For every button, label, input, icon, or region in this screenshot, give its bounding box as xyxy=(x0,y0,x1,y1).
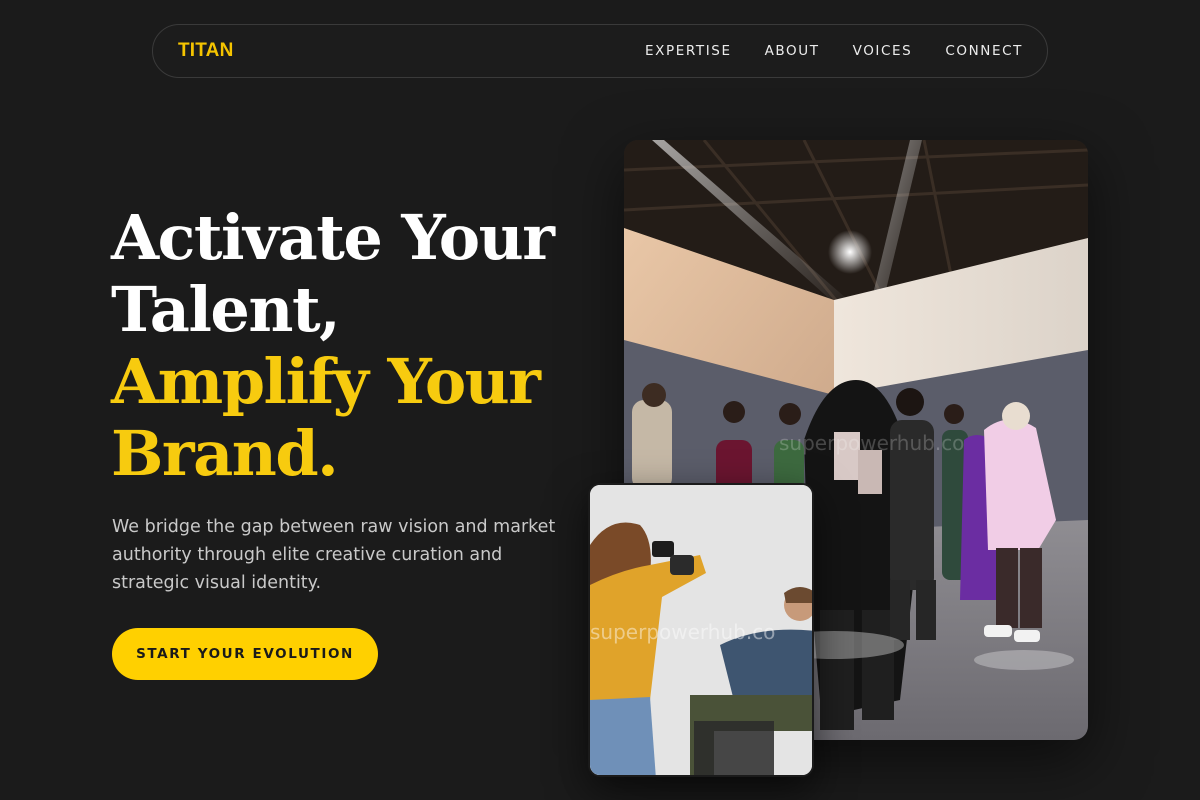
nav-link-voices[interactable]: VOICES xyxy=(853,43,913,59)
headline-line-3: Amplify Your xyxy=(111,345,541,418)
headline-line-1: Activate Your xyxy=(111,201,555,274)
hero-description: We bridge the gap between raw vision and… xyxy=(112,517,556,593)
top-navigation: TITAN EXPERTISE ABOUT VOICES CONNECT xyxy=(152,24,1048,78)
headline-line-2: Talent, xyxy=(111,273,341,346)
nav-link-expertise[interactable]: EXPERTISE xyxy=(645,43,732,59)
brand-logo[interactable]: TITAN xyxy=(178,40,234,62)
small-photo-watermark: superpowerhub.co xyxy=(590,620,775,644)
photoshoot-photo-illustration: superpowerhub.co xyxy=(590,485,812,775)
main-photo-watermark: superpowerhub.co xyxy=(779,431,964,455)
photoshoot-photo: superpowerhub.co xyxy=(588,483,814,777)
headline-line-4: Brand. xyxy=(111,417,339,490)
nav-link-connect[interactable]: CONNECT xyxy=(945,43,1023,59)
landing-page: TITAN EXPERTISE ABOUT VOICES CONNECT Act… xyxy=(0,0,1200,800)
nav-links: EXPERTISE ABOUT VOICES CONNECT xyxy=(645,43,1023,59)
nav-link-about[interactable]: ABOUT xyxy=(765,43,820,59)
hero-headline: Activate Your Talent, Amplify Your Brand… xyxy=(111,202,591,490)
start-evolution-button[interactable]: START YOUR EVOLUTION xyxy=(112,628,378,680)
